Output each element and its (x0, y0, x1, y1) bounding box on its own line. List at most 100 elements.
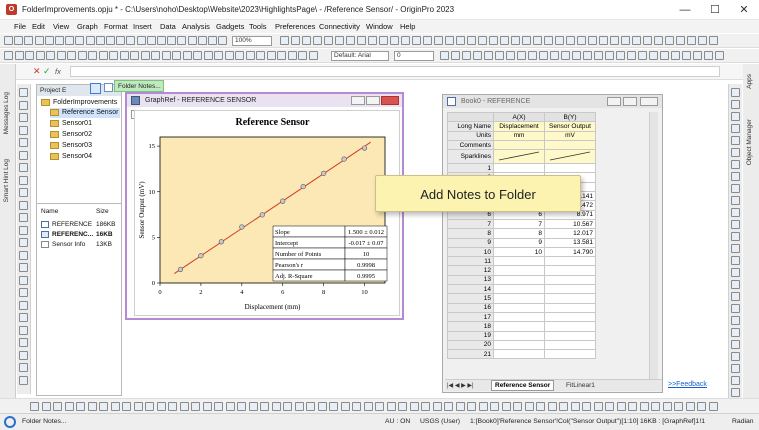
toolbar-button[interactable] (130, 51, 139, 60)
tool-button[interactable] (19, 325, 28, 335)
style-button[interactable] (582, 402, 591, 411)
tool-button[interactable] (731, 328, 740, 337)
graph-minimize-button[interactable] (351, 96, 365, 105)
toolbar-button[interactable] (203, 51, 213, 60)
toolbar-button[interactable] (605, 51, 614, 60)
toolbar-button[interactable] (451, 51, 460, 60)
data-point[interactable] (341, 156, 347, 162)
files-header-name[interactable]: Name (41, 207, 58, 217)
row-header[interactable]: 8 (447, 228, 494, 239)
tool-button[interactable] (731, 388, 740, 397)
toolbar-button[interactable] (643, 36, 652, 45)
toolbar-button[interactable] (280, 36, 289, 45)
style-button[interactable] (306, 402, 315, 411)
style-button[interactable] (639, 402, 649, 411)
tool-button[interactable] (731, 244, 740, 253)
toolbar-button[interactable] (106, 36, 115, 45)
tool-button[interactable] (731, 292, 740, 301)
toolbar-button[interactable] (462, 51, 471, 60)
maximize-button[interactable]: ☐ (700, 0, 730, 20)
style-button[interactable] (478, 402, 488, 411)
row-header[interactable]: 17 (447, 311, 494, 323)
data-point[interactable] (218, 239, 224, 245)
object-manager-tab[interactable]: Object Manager (746, 119, 753, 165)
toolbar-button[interactable] (665, 36, 674, 45)
menu-connectivity[interactable]: Connectivity (319, 22, 360, 31)
toolbar-button[interactable] (561, 51, 570, 60)
style-button[interactable] (283, 402, 292, 411)
style-button[interactable] (110, 402, 120, 411)
tool-button[interactable] (731, 88, 740, 97)
toolbar-button[interactable] (715, 51, 724, 60)
label-row-header[interactable]: Comments (447, 139, 494, 151)
style-button[interactable] (191, 402, 200, 411)
cell-b[interactable]: 12.017 (544, 228, 596, 239)
style-button[interactable] (559, 402, 568, 411)
cell-a[interactable] (493, 274, 545, 286)
data-point[interactable] (280, 198, 286, 204)
toolbar-button[interactable] (687, 36, 696, 45)
cell-b[interactable] (544, 293, 596, 304)
tool-button[interactable] (731, 112, 740, 121)
smart-hint-log-tab[interactable]: Smart Hint Log (3, 159, 10, 202)
style-button[interactable] (99, 402, 108, 411)
toolbar-button[interactable] (632, 36, 641, 45)
toolbar-button[interactable] (682, 51, 691, 60)
toolbar-button[interactable] (193, 51, 202, 60)
cell-b[interactable] (544, 274, 596, 286)
tool-button[interactable] (731, 208, 740, 217)
toolbar-button[interactable] (25, 51, 34, 60)
toolbar-button[interactable] (14, 36, 24, 45)
toolbar-button[interactable] (77, 51, 87, 60)
toolbar-button[interactable] (495, 51, 504, 60)
toolbar-button[interactable] (698, 36, 707, 45)
row-header[interactable]: 14 (447, 284, 494, 295)
toolbar-button[interactable] (35, 51, 45, 60)
tool-button[interactable] (731, 148, 740, 157)
menu-preferences[interactable]: Preferences (275, 22, 315, 31)
feedback-link[interactable]: >>Feedback (668, 381, 707, 388)
toolbar-button[interactable] (4, 36, 13, 45)
label-row-header[interactable]: Sparklines (447, 149, 494, 165)
sheet-tab-reference-sensor[interactable]: Reference Sensor (491, 380, 555, 391)
graph-close-button[interactable] (381, 96, 399, 105)
style-button[interactable] (536, 402, 545, 411)
toolbar-button[interactable] (313, 36, 322, 45)
style-button[interactable] (501, 402, 511, 411)
tool-button[interactable] (731, 376, 740, 385)
toolbar-button[interactable] (116, 36, 126, 45)
tool-button[interactable] (19, 138, 28, 147)
row-header[interactable]: 11 (447, 256, 494, 267)
label-row-header[interactable]: Long Name (447, 121, 494, 132)
style-button[interactable] (651, 402, 660, 411)
messages-log-tab[interactable]: Messages Log (3, 92, 10, 134)
toolbar-button[interactable] (616, 51, 625, 60)
menu-gadgets[interactable]: Gadgets (216, 22, 244, 31)
toolbar-button[interactable] (390, 36, 399, 45)
menu-tools[interactable]: Tools (249, 22, 267, 31)
toolbar-button[interactable] (346, 36, 355, 45)
toolbar-button[interactable] (676, 36, 685, 45)
menu-view[interactable]: View (53, 22, 69, 31)
tool-button[interactable] (731, 100, 740, 109)
corner-cell[interactable] (447, 111, 494, 123)
style-button[interactable] (570, 402, 580, 411)
toolbar-button[interactable] (167, 36, 177, 45)
style-button[interactable] (179, 402, 189, 411)
toolbar-button[interactable] (126, 36, 136, 45)
toolbar-button[interactable] (583, 51, 592, 60)
style-button[interactable] (145, 402, 154, 411)
toolbar-button[interactable] (467, 36, 476, 45)
toolbar-button[interactable] (412, 36, 421, 45)
cell-a[interactable] (493, 293, 545, 304)
tree-folder-sensor04[interactable]: Sensor04 (50, 152, 92, 162)
splitter[interactable] (37, 203, 121, 204)
tool-button[interactable] (19, 188, 28, 197)
style-button[interactable] (547, 402, 557, 411)
row-header[interactable]: 12 (447, 265, 494, 276)
cell-a[interactable]: 7 (493, 218, 545, 230)
tool-button[interactable] (731, 160, 740, 169)
style-button[interactable] (317, 402, 327, 411)
toolbar-button[interactable] (224, 51, 234, 60)
toolbar-button[interactable] (245, 51, 255, 60)
